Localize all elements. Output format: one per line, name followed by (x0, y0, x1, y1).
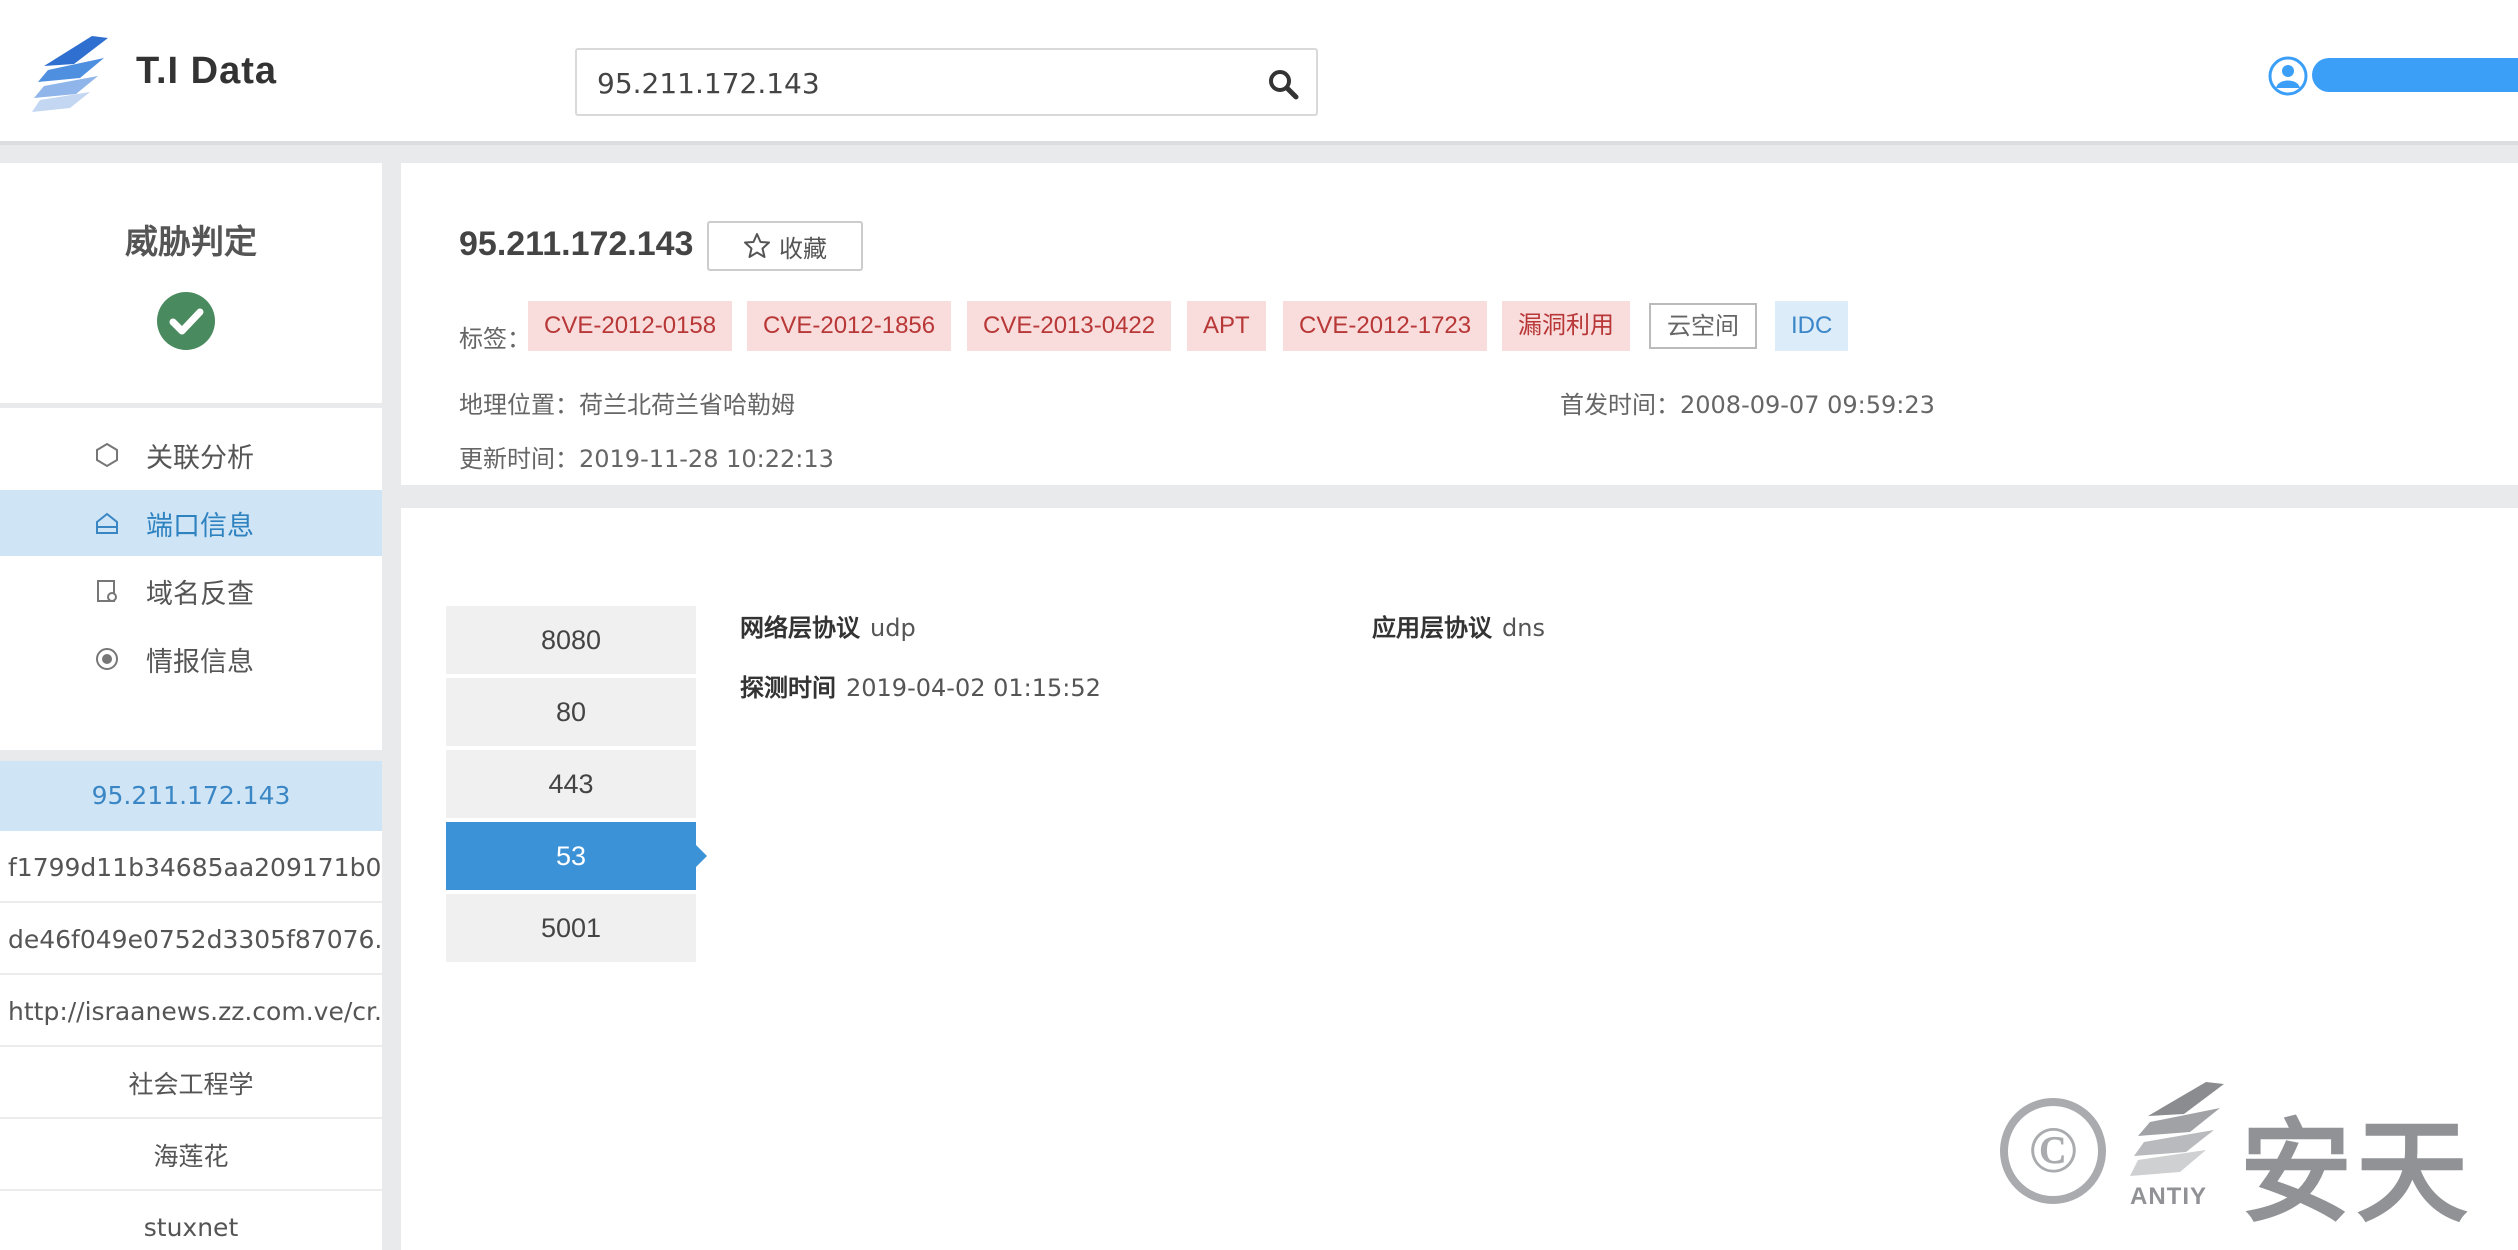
sidebar-item-association[interactable]: 关联分析 (0, 422, 382, 488)
intel-icon (94, 646, 120, 672)
tag-badge[interactable]: CVE-2012-1856 (747, 301, 952, 351)
port-icon (94, 510, 120, 536)
tag-badge[interactable]: CVE-2013-0422 (967, 301, 1172, 351)
top-header: T.I Data (0, 0, 2518, 145)
app-protocol-value: dns (1502, 614, 1545, 642)
tag-badge[interactable]: APT (1187, 301, 1266, 351)
check-circle-icon (157, 292, 215, 350)
tags-label: 标签： (459, 325, 531, 353)
network-protocol-value: udp (870, 614, 916, 642)
favorite-label: 收藏 (779, 234, 827, 263)
tag-badge[interactable]: IDC (1775, 301, 1849, 351)
list-item[interactable]: 社会工程学 (0, 1049, 382, 1119)
tag-badge[interactable]: CVE-2012-0158 (528, 301, 733, 351)
sidebar-item-domain-lookup[interactable]: 域名反查 (0, 558, 382, 624)
tag-badge[interactable]: 云空间 (1649, 303, 1757, 349)
favorite-button[interactable]: 收藏 (707, 221, 863, 271)
app-protocol: 应用层协议 dns (1372, 608, 1545, 643)
ip-info-card: 95.211.172.143 收藏 标签： CVE-2012-0158 CVE-… (401, 163, 2518, 485)
search-box (575, 48, 1318, 116)
port-tab-8080[interactable]: 8080 (446, 606, 696, 674)
network-protocol: 网络层协议 udp (740, 608, 916, 643)
list-item[interactable]: http://israanews.zz.com.ve/cr.... (0, 977, 382, 1047)
sidebar-item-intel[interactable]: 情报信息 (0, 626, 382, 692)
logo-icon (32, 36, 108, 112)
verdict-title: 威胁判定 (125, 222, 257, 261)
list-item[interactable]: 95.211.172.143 (0, 761, 382, 831)
search-icon[interactable] (1266, 67, 1300, 101)
antiy-logo-icon (2130, 1082, 2224, 1176)
search-input[interactable] (597, 62, 1237, 104)
related-list: 95.211.172.143 f1799d11b34685aa209171b0.… (0, 761, 382, 1250)
logo-text: T.I Data (136, 50, 278, 92)
port-tab-443[interactable]: 443 (446, 750, 696, 818)
port-tab-5001[interactable]: 5001 (446, 894, 696, 962)
list-item[interactable]: f1799d11b34685aa209171b0... (0, 833, 382, 903)
star-icon (744, 233, 770, 258)
port-tab-80[interactable]: 80 (446, 678, 696, 746)
copyright-icon: © (2000, 1098, 2106, 1204)
sidebar-item-ports[interactable]: 端口信息 (0, 490, 382, 556)
list-item[interactable]: stuxnet (0, 1193, 382, 1250)
tag-badge[interactable]: 漏洞利用 (1502, 301, 1630, 351)
user-name-redacted[interactable] (2312, 58, 2518, 92)
tag-badge[interactable]: CVE-2012-1723 (1283, 301, 1488, 351)
list-item[interactable]: 海莲花 (0, 1121, 382, 1191)
network-icon (94, 442, 120, 468)
app-protocol-key: 应用层协议 (1372, 614, 1492, 642)
list-item[interactable]: de46f049e0752d3305f87076... (0, 905, 382, 975)
nav-menu: 关联分析 端口信息 域名反查 情报信息 (0, 408, 382, 750)
scan-time: 探测时间 2019-04-02 01:15:52 (740, 668, 1101, 703)
user-avatar-icon[interactable] (2268, 56, 2308, 96)
watermark: © ANTIY 安天 (2000, 1078, 2480, 1238)
watermark-brand-text: 安天 (2240, 1108, 2472, 1238)
page-title: 95.211.172.143 (459, 225, 694, 263)
domain-doc-icon (94, 578, 120, 604)
sidebar-item-label: 关联分析 (146, 442, 254, 474)
network-protocol-key: 网络层协议 (740, 614, 860, 642)
sidebar-item-label: 域名反查 (146, 578, 254, 610)
updated-time: 更新时间：2019-11-28 10:22:13 (459, 445, 834, 473)
verdict-card: 威胁判定 (0, 163, 382, 403)
first-seen-time: 首发时间：2008-09-07 09:59:23 (1560, 391, 1935, 419)
scan-time-value: 2019-04-02 01:15:52 (846, 674, 1101, 702)
port-tab-53[interactable]: 53 (446, 822, 707, 890)
watermark-brand-sub: ANTIY (2130, 1183, 2207, 1210)
sidebar-item-label: 情报信息 (146, 646, 254, 678)
geo-location: 地理位置：荷兰北荷兰省哈勒姆 (459, 391, 795, 419)
scan-time-key: 探测时间 (740, 674, 836, 702)
sidebar-item-label: 端口信息 (146, 510, 254, 542)
